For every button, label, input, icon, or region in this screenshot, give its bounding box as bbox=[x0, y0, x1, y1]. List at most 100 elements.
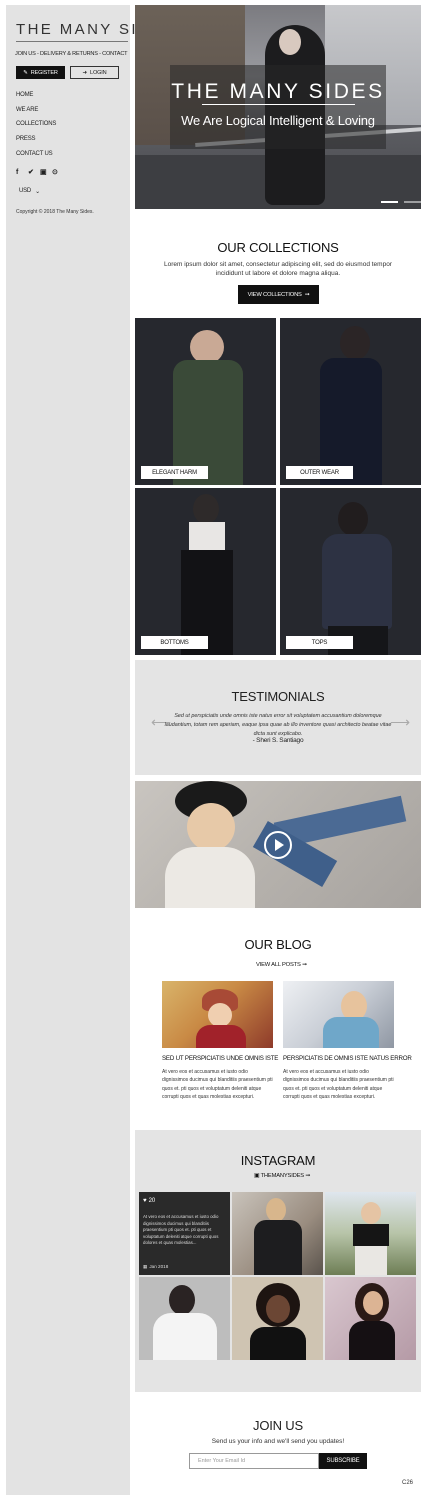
ig-image-dress bbox=[349, 1321, 395, 1360]
login-button[interactable]: ➜ LOGIN bbox=[70, 66, 119, 79]
currency-value: USD bbox=[19, 188, 32, 194]
ig-image-shirt bbox=[153, 1313, 217, 1360]
collections-text: Lorem ipsum dolor sit amet, consectetur … bbox=[164, 261, 392, 277]
blog-image-coat bbox=[196, 1025, 246, 1048]
ig-image-head bbox=[169, 1285, 195, 1315]
view-collections-label: VIEW COLLECTIONS bbox=[247, 291, 302, 298]
video-image-sweater bbox=[165, 847, 255, 908]
tile-label: BOTTOMS bbox=[141, 636, 208, 649]
testimonial-author: - Sheri S. Santiago bbox=[252, 737, 304, 744]
sidebar: THE MANY SIDES JOIN US - DELIVERY & RETU… bbox=[6, 5, 174, 1495]
subscribe-button[interactable]: SUBSCRIBE bbox=[319, 1453, 367, 1469]
facebook-icon[interactable]: f bbox=[16, 169, 22, 176]
login-label: LOGIN bbox=[90, 69, 107, 76]
video-image-face bbox=[187, 803, 235, 851]
hero-overlay bbox=[170, 65, 386, 149]
blog-image-top bbox=[323, 1017, 379, 1048]
model-sweater bbox=[322, 534, 392, 629]
view-all-posts-label: VIEW ALL POSTS bbox=[256, 962, 301, 968]
hero-divider bbox=[202, 104, 355, 105]
slider-dots bbox=[381, 201, 421, 203]
instagram-handle-link[interactable]: ▣ THEMANYSIDES ➞ bbox=[254, 1173, 310, 1179]
instagram-date-value: Jan 2018 bbox=[149, 1264, 169, 1269]
hero-title: THE MANY SIDES bbox=[171, 80, 385, 103]
collection-tile-outer-wear[interactable]: OUTER WEAR bbox=[280, 318, 421, 485]
testimonial-quote: Sed ut perspiciatis unde omnis iste natu… bbox=[164, 713, 392, 737]
ig-image-face bbox=[361, 1202, 381, 1224]
hero-subtitle: We Are Logical Intelligent & Loving bbox=[181, 113, 375, 128]
nav-item-press[interactable]: PRESS bbox=[16, 134, 56, 149]
play-button[interactable] bbox=[264, 831, 292, 859]
chevron-down-icon: ⌄ bbox=[35, 189, 40, 195]
tile-label: OUTER WEAR bbox=[286, 466, 353, 479]
instagram-post-3[interactable] bbox=[325, 1192, 416, 1275]
sidebar-nav: HOME WE ARE COLLECTIONS PRESS CONTACT US bbox=[16, 90, 56, 163]
ig-image-skirt bbox=[355, 1246, 387, 1275]
collections-title: OUR COLLECTIONS bbox=[217, 240, 339, 255]
arrow-right-icon: ➞ bbox=[305, 1173, 311, 1179]
nav-item-home[interactable]: HOME bbox=[16, 90, 56, 105]
instagram-caption: At vero eos et accusamus et iusto odio d… bbox=[143, 1214, 219, 1246]
view-collections-button[interactable]: VIEW COLLECTIONS ➞ bbox=[238, 285, 319, 304]
instagram-date: ▦ Jan 2018 bbox=[143, 1264, 168, 1270]
arrow-right-icon[interactable]: ⟶ bbox=[390, 714, 410, 731]
model-head bbox=[338, 502, 368, 536]
copyright: Copyright © 2018 The Many Sides. bbox=[16, 209, 94, 215]
ig-image-top bbox=[250, 1327, 306, 1360]
pinterest-icon[interactable]: ⊙ bbox=[52, 169, 58, 176]
instagram-post-featured[interactable]: ♥ 20 At vero eos et accusamus et iusto o… bbox=[139, 1192, 230, 1275]
instagram-title: INSTAGRAM bbox=[240, 1153, 316, 1168]
blog-post-title-2[interactable]: PERSPICIATIS DE OMNIS ISTE NATUS ERROR bbox=[283, 1055, 412, 1062]
blog-post-image-1[interactable] bbox=[162, 981, 273, 1048]
social-links: f ✔ ▣ ⊙ bbox=[16, 169, 58, 176]
view-all-posts-link[interactable]: VIEW ALL POSTS ➞ bbox=[256, 962, 307, 968]
blog-post-excerpt-2: At vero eos et accusamus et iusto odio d… bbox=[283, 1069, 394, 1101]
slider-dot-1[interactable] bbox=[381, 201, 398, 203]
tile-label: TOPS bbox=[286, 636, 353, 649]
calendar-icon: ▦ bbox=[143, 1264, 148, 1269]
ig-image-jacket bbox=[254, 1220, 302, 1275]
heart-icon: ♥ bbox=[143, 1198, 147, 1204]
collection-tile-bottoms[interactable]: BOTTOMS bbox=[135, 488, 276, 655]
instagram-icon[interactable]: ▣ bbox=[40, 169, 47, 176]
instagram-handle: THEMANYSIDES bbox=[260, 1173, 305, 1179]
model-head bbox=[340, 326, 370, 360]
corner-code: C26 bbox=[402, 1480, 414, 1486]
instagram-section: INSTAGRAM ▣ THEMANYSIDES ➞ ♥ 20 At vero … bbox=[135, 1130, 421, 1392]
blog-post-image-2[interactable] bbox=[283, 981, 394, 1048]
model-head bbox=[193, 494, 219, 524]
arrow-right-icon: ➞ bbox=[304, 291, 310, 298]
join-subtitle: Send us your info and we'll send you upd… bbox=[211, 1438, 345, 1445]
blog-image-face bbox=[208, 1003, 232, 1027]
ig-image-face bbox=[266, 1295, 290, 1323]
register-button[interactable]: ✎ REGISTER bbox=[16, 66, 65, 79]
edit-icon: ✎ bbox=[23, 69, 28, 76]
currency-select[interactable]: USD ⌄ bbox=[19, 188, 40, 195]
join-title: JOIN US bbox=[253, 1418, 303, 1433]
model-head bbox=[190, 330, 224, 364]
collection-tile-tops[interactable]: TOPS bbox=[280, 488, 421, 655]
instagram-post-4[interactable] bbox=[139, 1277, 230, 1360]
top-links[interactable]: JOIN US - DELIVERY & RETURNS - CONTACT bbox=[15, 51, 128, 57]
collection-tile-elegant-harm[interactable]: ELEGANT HARM bbox=[135, 318, 276, 485]
slider-dot-2[interactable] bbox=[404, 201, 421, 203]
video-banner[interactable] bbox=[135, 781, 421, 908]
play-icon bbox=[275, 839, 284, 851]
likes-count: 20 bbox=[148, 1198, 156, 1204]
nav-item-contact-us[interactable]: CONTACT US bbox=[16, 149, 56, 164]
arrow-right-icon: ➞ bbox=[302, 962, 307, 968]
instagram-post-2[interactable] bbox=[232, 1192, 323, 1275]
instagram-post-5[interactable] bbox=[232, 1277, 323, 1360]
nav-item-we-are[interactable]: WE ARE bbox=[16, 105, 56, 120]
blog-post-title-1[interactable]: SED UT PERSPICIATIS UNDE OMNIS ISTE bbox=[162, 1055, 278, 1062]
blog-post-excerpt-1: At vero eos et accusamus et iusto odio d… bbox=[162, 1069, 273, 1101]
testimonials-section: TESTIMONIALS ⟵ Sed ut perspiciatis unde … bbox=[135, 660, 421, 775]
instagram-icon: ▣ bbox=[254, 1173, 260, 1179]
twitter-icon[interactable]: ✔ bbox=[28, 169, 34, 176]
instagram-post-6[interactable] bbox=[325, 1277, 416, 1360]
email-field[interactable] bbox=[189, 1453, 319, 1469]
register-label: REGISTER bbox=[30, 69, 58, 76]
logo-divider bbox=[16, 41, 128, 42]
ig-image-top bbox=[353, 1224, 389, 1246]
nav-item-collections[interactable]: COLLECTIONS bbox=[16, 119, 56, 134]
